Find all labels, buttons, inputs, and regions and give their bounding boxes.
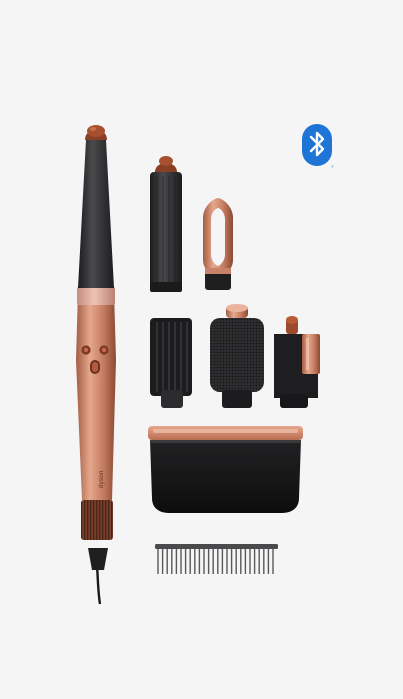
- storage-case: [148, 426, 303, 513]
- registered-mark: ®: [331, 164, 334, 169]
- bluetooth-icon: ®: [302, 124, 334, 169]
- round-volumising-brush-attachment: [210, 304, 264, 408]
- product-image: dyson ®: [0, 0, 403, 699]
- firm-smoothing-brush-attachment: [150, 318, 192, 408]
- airwrap-styler: dyson: [76, 125, 116, 605]
- long-barrel-attachment: [150, 156, 182, 292]
- brand-logo-text: dyson: [99, 470, 105, 488]
- pre-styling-dryer-attachment: [203, 198, 233, 290]
- smoothing-dryer-attachment: [274, 316, 320, 408]
- detangling-comb: [155, 544, 278, 574]
